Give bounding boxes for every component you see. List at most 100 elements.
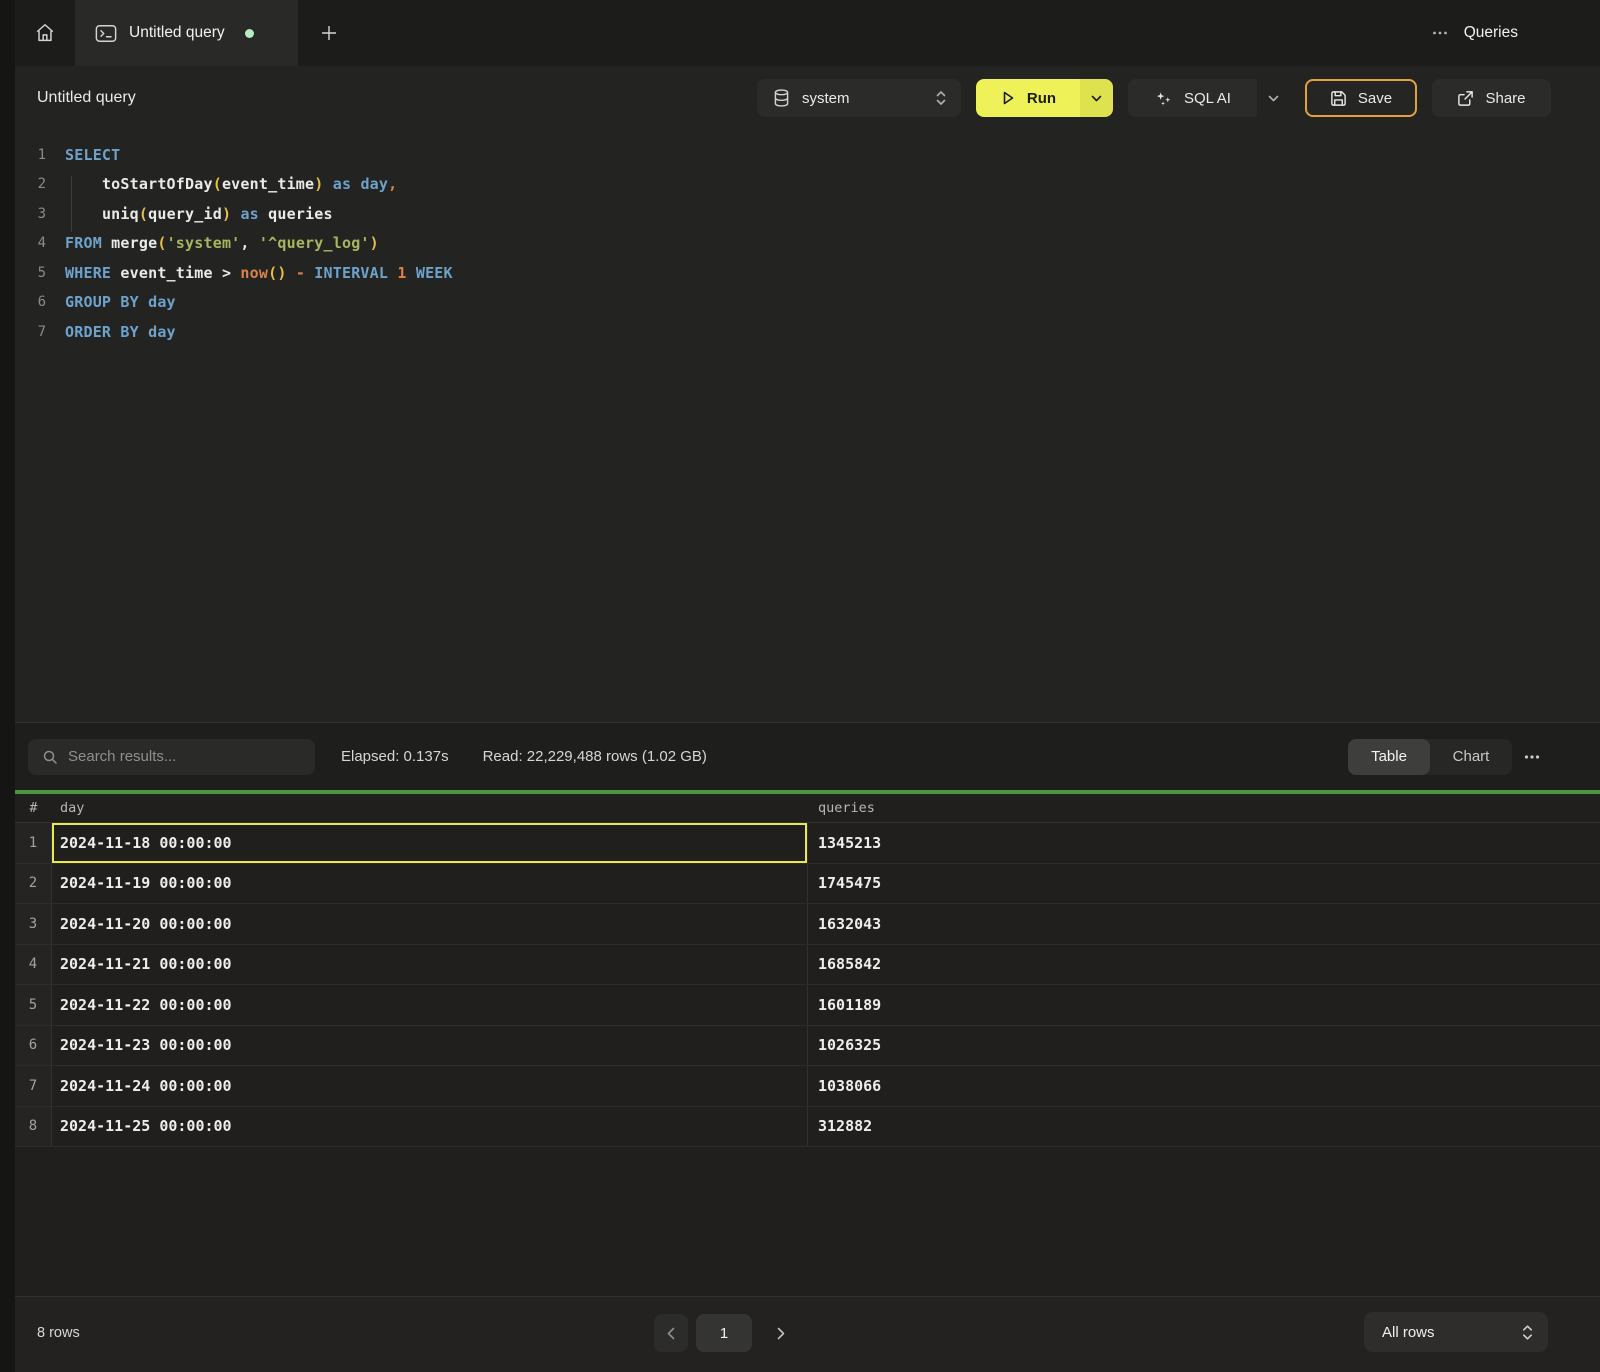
sqlai-options-button[interactable] <box>1257 79 1290 117</box>
code-line[interactable]: 5 WHERE event_time > now() - INTERVAL 1 W… <box>15 258 1600 288</box>
save-icon <box>1330 90 1347 107</box>
sql-editor[interactable]: 1SELECT2 toStartOfDay(event_time) as day… <box>15 130 1600 722</box>
code-text: WHERE event_time > now() - INTERVAL 1 WE… <box>65 264 453 282</box>
terminal-icon <box>95 24 117 43</box>
line-number: 7 <box>15 324 46 340</box>
cell-queries[interactable]: 312882 <box>808 1107 1600 1147</box>
cell-day[interactable]: 2024-11-23 00:00:00 <box>52 1026 808 1066</box>
sqlai-button[interactable]: SQL AI <box>1128 79 1257 117</box>
query-title: Untitled query <box>37 89 136 107</box>
code-line[interactable]: 7 ORDER BY day <box>15 317 1600 347</box>
updown-chevron-icon <box>935 89 947 107</box>
code-text: GROUP BY day <box>65 293 176 311</box>
chevron-down-icon <box>1091 95 1102 102</box>
view-toggle: Table Chart <box>1348 739 1512 775</box>
column-header-queries[interactable]: queries <box>808 800 1600 816</box>
code-text: SELECT <box>65 146 120 164</box>
top-tab-bar: Untitled query Queries <box>15 0 1600 66</box>
column-header-index[interactable]: # <box>15 800 52 816</box>
queries-menu[interactable]: Queries <box>1432 0 1600 66</box>
line-number: 2 <box>15 176 46 192</box>
row-number: 4 <box>15 945 52 985</box>
unsaved-indicator-dot <box>245 29 254 38</box>
save-button[interactable]: Save <box>1305 79 1417 117</box>
cell-queries[interactable]: 1601189 <box>808 985 1600 1025</box>
table-header: # day queries <box>15 794 1600 823</box>
queries-label: Queries <box>1464 24 1518 42</box>
row-number: 5 <box>15 985 52 1025</box>
code-text: ORDER BY day <box>65 323 176 341</box>
read-stat: Read: 22,229,488 rows (1.02 GB) <box>483 748 707 765</box>
share-label: Share <box>1485 90 1525 107</box>
cell-day[interactable]: 2024-11-20 00:00:00 <box>52 904 808 944</box>
code-line[interactable]: 1SELECT <box>15 140 1600 170</box>
cell-day[interactable]: 2024-11-24 00:00:00 <box>52 1066 808 1106</box>
updown-chevron-icon <box>1521 1323 1534 1342</box>
topbar-spacer <box>360 0 1432 66</box>
run-button[interactable]: Run <box>976 79 1080 117</box>
line-number: 4 <box>15 235 46 251</box>
sparkles-icon <box>1154 89 1173 108</box>
cell-queries[interactable]: 1745475 <box>808 864 1600 904</box>
search-results-input[interactable] <box>68 748 303 765</box>
tab-untitled-query[interactable]: Untitled query <box>75 0 298 66</box>
previous-page-button[interactable] <box>654 1314 688 1352</box>
home-icon <box>34 22 56 44</box>
chevron-down-icon <box>1268 95 1279 102</box>
cell-queries[interactable]: 1345213 <box>808 823 1600 863</box>
search-results-box[interactable] <box>28 739 315 775</box>
new-tab-button[interactable] <box>298 0 360 66</box>
share-button[interactable]: Share <box>1432 79 1551 117</box>
indent-guide <box>71 176 72 232</box>
plus-icon <box>319 23 339 43</box>
page-size-value: All rows <box>1382 1324 1435 1341</box>
play-icon <box>1000 90 1016 106</box>
line-number: 5 <box>15 265 46 281</box>
table-row: 32024-11-20 00:00:001632043 <box>15 904 1600 945</box>
sqlai-label: SQL AI <box>1184 90 1231 107</box>
run-options-button[interactable] <box>1080 79 1113 117</box>
tab-chart[interactable]: Chart <box>1430 739 1512 775</box>
row-number: 8 <box>15 1107 52 1147</box>
database-icon <box>774 89 789 107</box>
code-line[interactable]: 6 GROUP BY day <box>15 288 1600 318</box>
table-row: 62024-11-23 00:00:001026325 <box>15 1026 1600 1067</box>
table-row: 22024-11-19 00:00:001745475 <box>15 864 1600 905</box>
cell-queries[interactable]: 1632043 <box>808 904 1600 944</box>
cell-queries[interactable]: 1038066 <box>808 1066 1600 1106</box>
table-row: 12024-11-18 00:00:001345213 <box>15 823 1600 864</box>
column-header-day[interactable]: day <box>52 800 808 816</box>
cell-day[interactable]: 2024-11-21 00:00:00 <box>52 945 808 985</box>
page-number-button[interactable]: 1 <box>696 1314 752 1352</box>
cell-day[interactable]: 2024-11-25 00:00:00 <box>52 1107 808 1147</box>
page-size-select[interactable]: All rows <box>1364 1312 1548 1352</box>
row-count-label: 8 rows <box>37 1325 80 1341</box>
code-line[interactable]: 2 toStartOfDay(event_time) as day, <box>15 170 1600 200</box>
line-number: 3 <box>15 206 46 222</box>
chevron-right-icon <box>777 1327 785 1340</box>
results-options-button[interactable] <box>1512 739 1552 775</box>
results-table-body: 12024-11-18 00:00:00134521322024-11-19 0… <box>15 823 1600 1147</box>
cell-day[interactable]: 2024-11-18 00:00:00 <box>52 823 808 863</box>
code-text: toStartOfDay(event_time) as day, <box>65 175 397 193</box>
cell-day[interactable]: 2024-11-19 00:00:00 <box>52 864 808 904</box>
ellipsis-icon <box>1432 30 1448 36</box>
sqlai-button-group: SQL AI <box>1128 79 1290 117</box>
results-toolbar: Elapsed: 0.137s Read: 22,229,488 rows (1… <box>15 722 1600 790</box>
tab-table[interactable]: Table <box>1348 739 1430 775</box>
row-number: 7 <box>15 1066 52 1106</box>
cell-queries[interactable]: 1685842 <box>808 945 1600 985</box>
cell-day[interactable]: 2024-11-22 00:00:00 <box>52 985 808 1025</box>
row-number: 6 <box>15 1026 52 1066</box>
line-number: 6 <box>15 294 46 310</box>
results-footer: 8 rows 1 All rows <box>15 1296 1600 1372</box>
database-select[interactable]: system <box>757 79 961 117</box>
cell-queries[interactable]: 1026325 <box>808 1026 1600 1066</box>
home-button[interactable] <box>15 0 75 66</box>
code-line[interactable]: 4FROM merge('system', '^query_log') <box>15 229 1600 259</box>
table-row: 82024-11-25 00:00:00312882 <box>15 1107 1600 1148</box>
table-row: 72024-11-24 00:00:001038066 <box>15 1066 1600 1107</box>
code-line[interactable]: 3 uniq(query_id) as queries <box>15 199 1600 229</box>
next-page-button[interactable] <box>764 1314 798 1352</box>
save-label: Save <box>1358 90 1392 107</box>
